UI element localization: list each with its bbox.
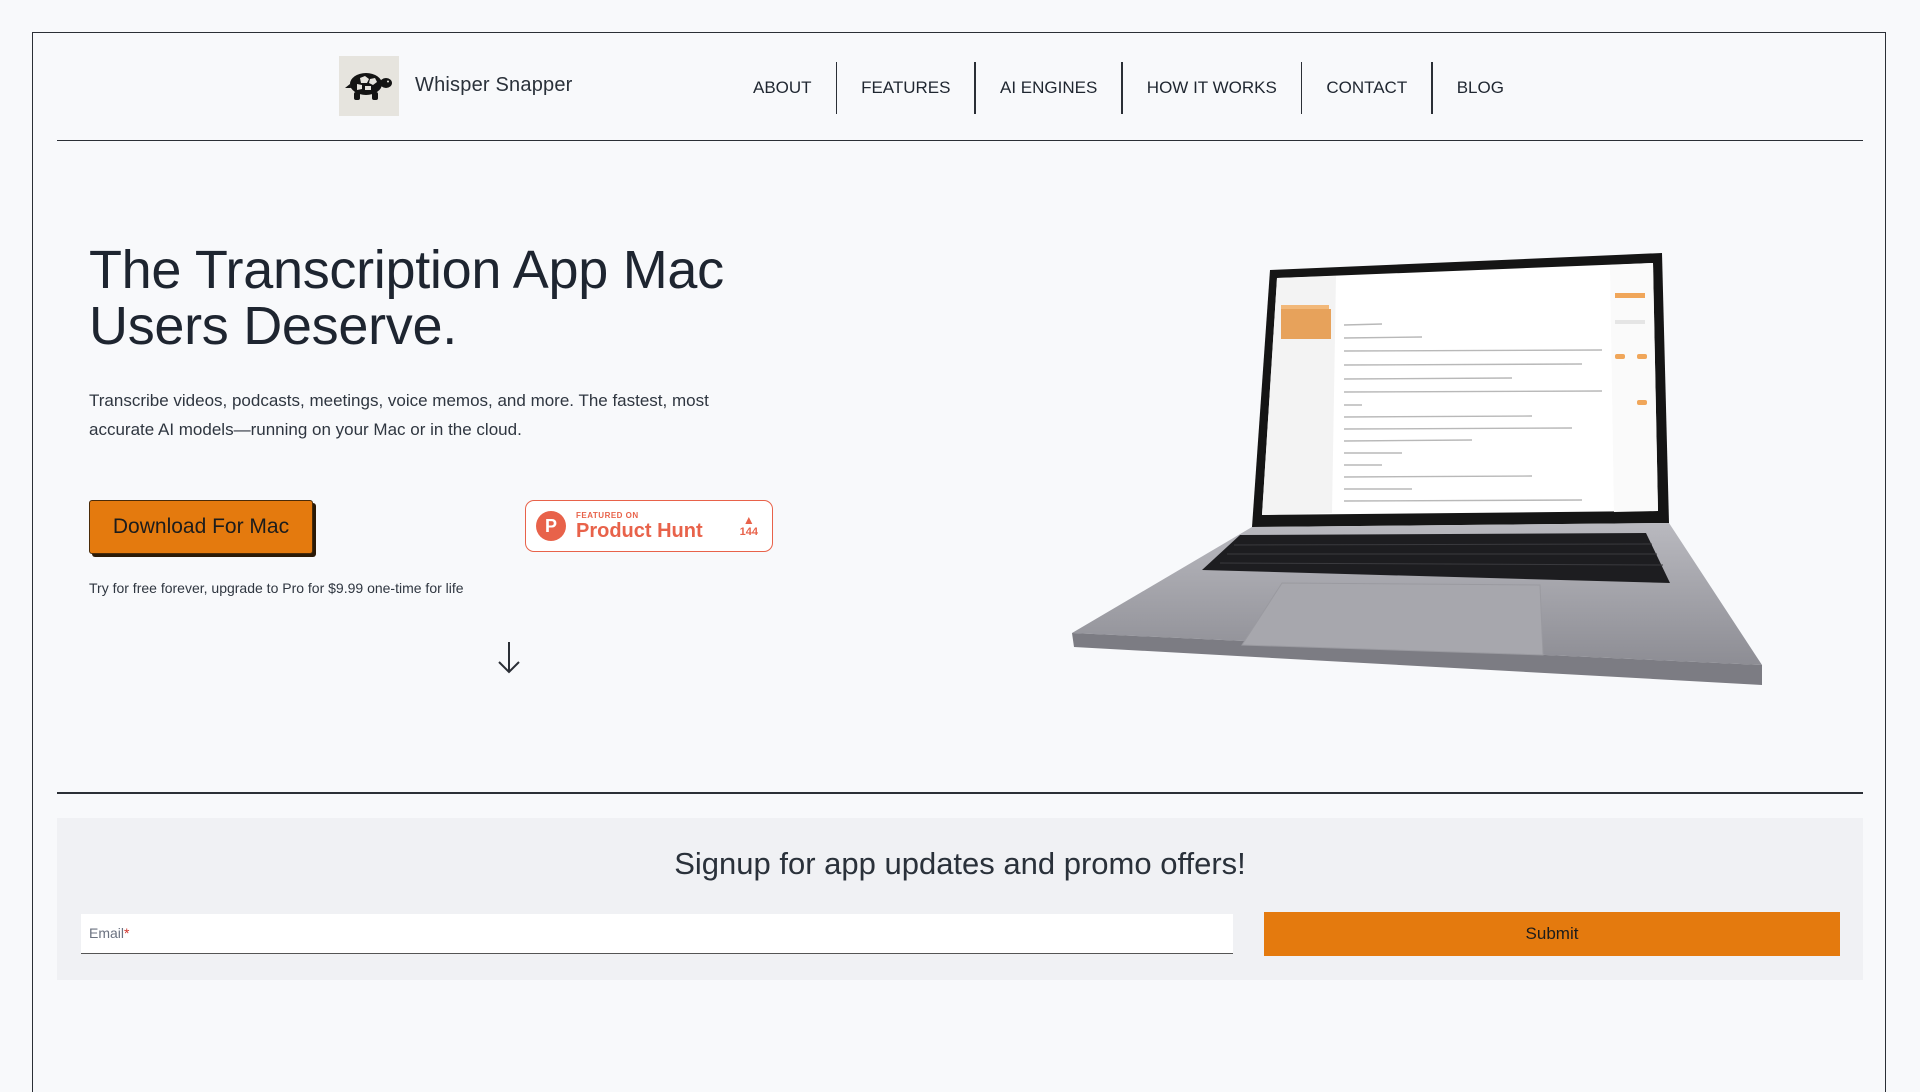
product-hunt-text: FEATURED ON Product Hunt — [576, 511, 703, 542]
main-nav: ABOUT FEATURES AI ENGINES HOW IT WORKS C… — [729, 62, 1528, 114]
scroll-down-arrow-icon[interactable] — [494, 640, 524, 676]
hero-subtitle: Transcribe videos, podcasts, meetings, v… — [89, 386, 789, 444]
email-field[interactable]: Email* — [81, 914, 1237, 955]
logo[interactable] — [339, 56, 399, 116]
pricing-note: Try for free forever, upgrade to Pro for… — [89, 580, 464, 596]
nav-how-it-works[interactable]: HOW IT WORKS — [1123, 62, 1301, 114]
submit-button[interactable]: Submit — [1264, 912, 1840, 956]
hero-subtitle-line1: Transcribe videos, podcasts, meetings, v… — [89, 391, 709, 410]
laptop-illustration — [1072, 253, 1762, 685]
section-divider — [57, 792, 1863, 794]
upvote-triangle-icon: ▲ — [742, 513, 755, 527]
brand-name[interactable]: Whisper Snapper — [415, 74, 573, 97]
nav-about[interactable]: ABOUT — [729, 62, 836, 114]
nav-features[interactable]: FEATURES — [837, 62, 974, 114]
hero-subtitle-line2: accurate AI models—running on your Mac o… — [89, 420, 522, 439]
product-hunt-name: Product Hunt — [576, 519, 703, 542]
nav-ai-engines[interactable]: AI ENGINES — [976, 62, 1121, 114]
product-hunt-logo-icon: P — [536, 511, 566, 541]
hero-title-line1: The Transcription App Mac — [89, 240, 724, 300]
product-hunt-badge[interactable]: P FEATURED ON Product Hunt ▲ 144 — [525, 500, 773, 552]
nav-contact[interactable]: CONTACT — [1302, 62, 1431, 114]
hero-title: The Transcription App Mac Users Deserve. — [89, 242, 849, 354]
signup-section: Signup for app updates and promo offers!… — [57, 818, 1863, 980]
nav-blog[interactable]: BLOG — [1433, 62, 1528, 114]
email-input[interactable] — [81, 914, 1237, 955]
download-button[interactable]: Download For Mac — [89, 500, 313, 554]
signup-title: Signup for app updates and promo offers! — [674, 846, 1246, 881]
product-hunt-vote-count: 144 — [739, 526, 758, 538]
product-hunt-votes: ▲ 144 — [740, 514, 758, 538]
site-header: Whisper Snapper ABOUT FEATURES AI ENGINE… — [57, 32, 1863, 141]
product-hunt-featured: FEATURED ON — [576, 510, 639, 520]
hero-title-line2: Users Deserve. — [89, 296, 457, 356]
turtle-icon — [345, 73, 392, 100]
